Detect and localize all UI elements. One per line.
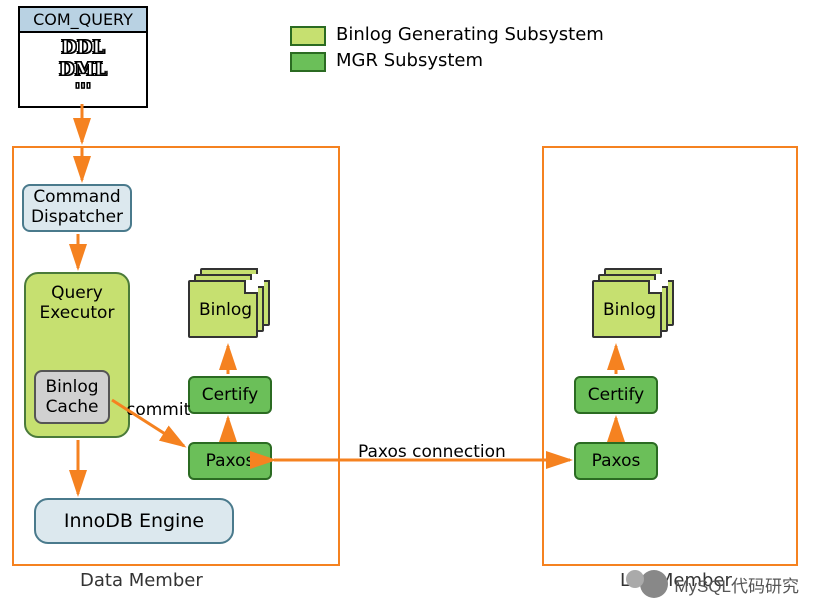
legend-swatch-mgr (290, 52, 326, 72)
com-query-etc: ''' (32, 80, 134, 102)
command-dispatcher-l2: Dispatcher (31, 208, 123, 228)
com-query-body: DDL DML ''' (20, 33, 146, 106)
binlog-cache-l1: Binlog (45, 377, 98, 397)
edge-paxos-connection-label: Paxos connection (358, 442, 506, 462)
binlog-cache-l2: Cache (46, 397, 99, 417)
com-query-ddl: DDL (32, 37, 134, 59)
certify-log-label: Certify (588, 385, 644, 405)
paxos-data: Paxos (188, 442, 272, 480)
edge-commit-label: commit (126, 400, 190, 420)
paxos-log-label: Paxos (592, 451, 641, 471)
binlog-cache: Binlog Cache (34, 370, 110, 424)
query-executor-l1: Query (51, 284, 103, 304)
watermark: MySQL代码研究 (640, 570, 799, 598)
certify-data-label: Certify (202, 385, 258, 405)
query-executor-l2: Executor (40, 304, 115, 324)
certify-log: Certify (574, 376, 658, 414)
com-query-dml: DML (32, 59, 134, 81)
certify-data: Certify (188, 376, 272, 414)
log-member-container (542, 146, 798, 566)
watermark-text: MySQL代码研究 (674, 572, 799, 597)
legend-swatch-binlog (290, 26, 326, 46)
innodb-engine: InnoDB Engine (34, 498, 234, 544)
legend-label-mgr: MGR Subsystem (336, 50, 483, 71)
com-query-box: COM_QUERY DDL DML ''' (18, 6, 148, 108)
binlog-data-label: Binlog (199, 300, 252, 320)
paxos-log: Paxos (574, 442, 658, 480)
legend-label-binlog: Binlog Generating Subsystem (336, 24, 604, 45)
com-query-header: COM_QUERY (20, 8, 146, 33)
paxos-data-label: Paxos (206, 451, 255, 471)
data-member-label: Data Member (80, 570, 203, 591)
innodb-engine-label: InnoDB Engine (64, 510, 204, 532)
command-dispatcher-l1: Command (33, 188, 120, 208)
command-dispatcher: Command Dispatcher (22, 184, 132, 232)
binlog-log-label: Binlog (603, 300, 656, 320)
